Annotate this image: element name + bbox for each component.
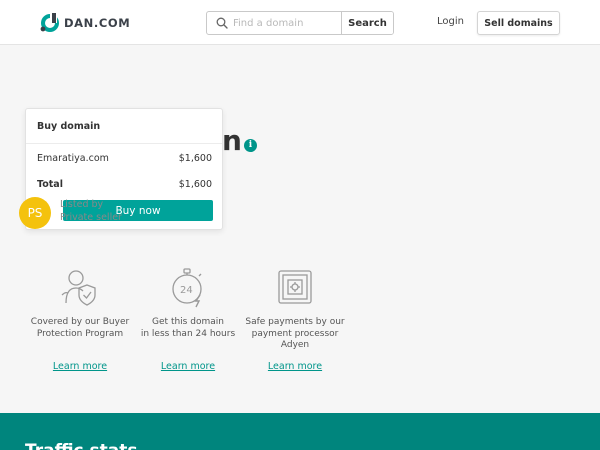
buyer-protection-icon xyxy=(61,270,96,306)
total-label: Total xyxy=(37,179,63,190)
feature-text-line: Covered by our Buyer xyxy=(30,317,130,327)
dan-logo[interactable]: DAN.COM xyxy=(39,12,130,34)
site-header: DAN.COM Search Login Sell domains xyxy=(0,0,600,45)
total-price: $1,600 xyxy=(178,179,212,190)
card-divider xyxy=(26,143,222,144)
search-input-wrap xyxy=(207,12,341,34)
feature-safe-payment: Safe payments by our payment processor A… xyxy=(240,265,350,372)
learn-more-link[interactable]: Learn more xyxy=(133,361,243,372)
feature-text-line: Get this domain xyxy=(152,317,224,327)
feature-text: Get this domain in less than 24 hours xyxy=(133,317,243,340)
feature-text: Safe payments by our payment processor A… xyxy=(240,317,350,352)
login-link[interactable]: Login xyxy=(437,16,464,27)
dan-logo-icon xyxy=(40,13,59,32)
seller-avatar: PS xyxy=(19,197,51,229)
domain-title-fragment: n xyxy=(222,124,242,157)
learn-more-link[interactable]: Learn more xyxy=(240,361,350,372)
traffic-stats-band: Traffic stats xyxy=(0,413,600,450)
feature-text-line: Protection Program xyxy=(36,328,124,339)
buy-card-title: Buy domain xyxy=(37,121,101,132)
logo-text: DAN.COM xyxy=(64,16,131,30)
domain-item-price: $1,600 xyxy=(178,153,212,164)
seller-name: Private seller xyxy=(60,212,122,223)
traffic-stats-title: Traffic stats xyxy=(25,441,138,450)
sell-domains-button[interactable]: Sell domains xyxy=(477,11,560,35)
feature-text-line: Adyen xyxy=(280,340,310,350)
safe-payment-icon xyxy=(278,270,312,304)
domain-item-label: Emaratiya.com xyxy=(37,153,109,164)
buy-domain-card: Buy domain Emaratiya.com $1,600 Total $1… xyxy=(25,108,223,230)
info-icon[interactable]: i xyxy=(244,139,257,152)
learn-more-link[interactable]: Learn more xyxy=(25,361,135,372)
feature-text-line: payment processor xyxy=(251,328,339,339)
search-button[interactable]: Search xyxy=(341,12,393,34)
feature-24-hours: 24 Get this domain in less than 24 hours… xyxy=(133,265,243,372)
feature-text-line: in less than 24 hours xyxy=(140,328,236,339)
feature-text: Covered by our Buyer Protection Program xyxy=(25,317,135,340)
24-hour-clock-icon: 24 xyxy=(172,268,202,308)
seller-listed-by: Listed by xyxy=(60,199,104,210)
search-icon xyxy=(216,17,228,29)
feature-text-line: Safe payments by our xyxy=(245,317,345,327)
feature-buyer-protection: Covered by our Buyer Protection Program … xyxy=(25,265,135,372)
svg-text:24: 24 xyxy=(180,285,193,296)
domain-search: Search xyxy=(206,11,394,35)
